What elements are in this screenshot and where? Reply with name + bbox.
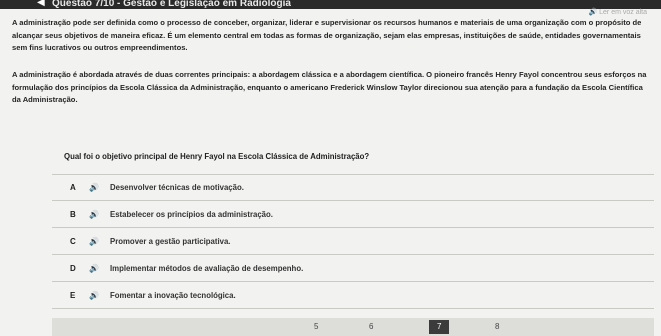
read-aloud-label: Ler em voz alta xyxy=(599,9,647,16)
answer-options: A 🔊 Desenvolver técnicas de motivação. B… xyxy=(52,174,654,309)
speaker-icon[interactable]: 🔊 xyxy=(89,183,99,192)
context-paragraph-2: A administração é abordada através de du… xyxy=(12,70,647,104)
speaker-icon: 🔊 xyxy=(588,9,598,16)
speaker-icon[interactable]: 🔊 xyxy=(89,291,99,300)
top-bar: ◀ Questão 7/10 - Gestão e Legislação em … xyxy=(0,0,661,9)
question-pager: 5 6 7 8 xyxy=(52,318,654,336)
option-letter: A xyxy=(70,183,76,192)
page-7-button[interactable]: 7 xyxy=(429,320,450,334)
option-text: Promover a gestão participativa. xyxy=(110,236,231,246)
option-e[interactable]: E 🔊 Fomentar a inovação tecnológica. xyxy=(52,282,654,309)
option-c[interactable]: C 🔊 Promover a gestão participativa. xyxy=(52,228,654,255)
question-title: Questão 7/10 - Gestão e Legislação em Ra… xyxy=(52,0,291,9)
option-letter: D xyxy=(70,263,76,273)
arrow-left-icon[interactable]: ◀ xyxy=(37,0,45,8)
speaker-icon[interactable]: 🔊 xyxy=(89,264,99,273)
context-paragraph-1: A administração pode ser definida como o… xyxy=(12,18,642,52)
option-a[interactable]: A 🔊 Desenvolver técnicas de motivação. xyxy=(52,174,654,201)
option-d[interactable]: D 🔊 Implementar métodos de avaliação de … xyxy=(52,255,654,282)
page-8-button[interactable]: 8 xyxy=(495,322,499,331)
option-text: Estabelecer os princípios da administraç… xyxy=(110,209,273,219)
speaker-icon[interactable]: 🔊 xyxy=(89,210,99,219)
option-text: Implementar métodos de avaliação de dese… xyxy=(110,263,304,273)
option-text: Fomentar a inovação tecnológica. xyxy=(110,290,236,300)
page-6-button[interactable]: 6 xyxy=(369,322,373,331)
speaker-icon[interactable]: 🔊 xyxy=(89,237,99,246)
page-5-button[interactable]: 5 xyxy=(314,322,318,331)
read-aloud-button[interactable]: 🔊 Ler em voz alta xyxy=(588,8,647,16)
option-b[interactable]: B 🔊 Estabelecer os princípios da adminis… xyxy=(52,201,654,228)
question-text: Qual foi o objetivo principal de Henry F… xyxy=(64,152,370,161)
option-letter: B xyxy=(70,209,76,219)
option-text: Desenvolver técnicas de motivação. xyxy=(110,183,244,192)
option-letter: E xyxy=(70,290,76,300)
option-letter: C xyxy=(70,236,76,246)
